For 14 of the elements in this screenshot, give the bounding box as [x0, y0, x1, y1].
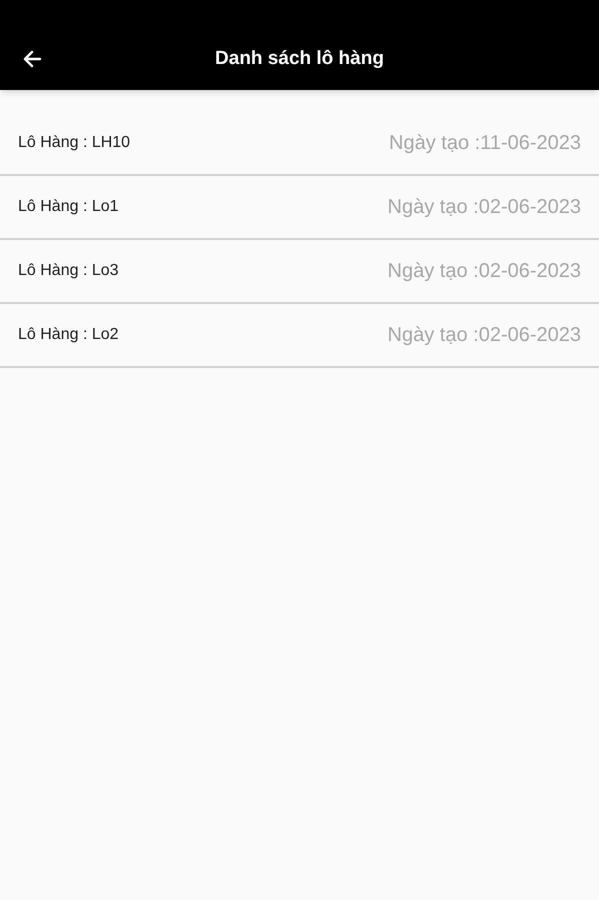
shipment-row[interactable]: Lô Hàng : Lo1 Ngày tạo :02-06-2023 [0, 176, 599, 240]
shipment-name: Lô Hàng : Lo3 [18, 261, 119, 281]
created-date: Ngày tạo :02-06-2023 [388, 323, 581, 348]
screen-title: Danh sách lô hàng [215, 46, 384, 71]
shipment-name: Lô Hàng : LH10 [18, 133, 130, 153]
created-date: Ngày tạo :02-06-2023 [388, 195, 581, 220]
created-date: Ngày tạo :11-06-2023 [389, 131, 581, 156]
shipment-row[interactable]: Lô Hàng : LH10 Ngày tạo :11-06-2023 [0, 112, 599, 176]
shipment-row[interactable]: Lô Hàng : Lo3 Ngày tạo :02-06-2023 [0, 240, 599, 304]
created-date: Ngày tạo :02-06-2023 [388, 259, 581, 284]
shipment-row[interactable]: Lô Hàng : Lo2 Ngày tạo :02-06-2023 [0, 304, 599, 368]
back-arrow-icon [22, 49, 42, 69]
shipment-name: Lô Hàng : Lo2 [18, 325, 119, 345]
shipment-name: Lô Hàng : Lo1 [18, 197, 119, 217]
